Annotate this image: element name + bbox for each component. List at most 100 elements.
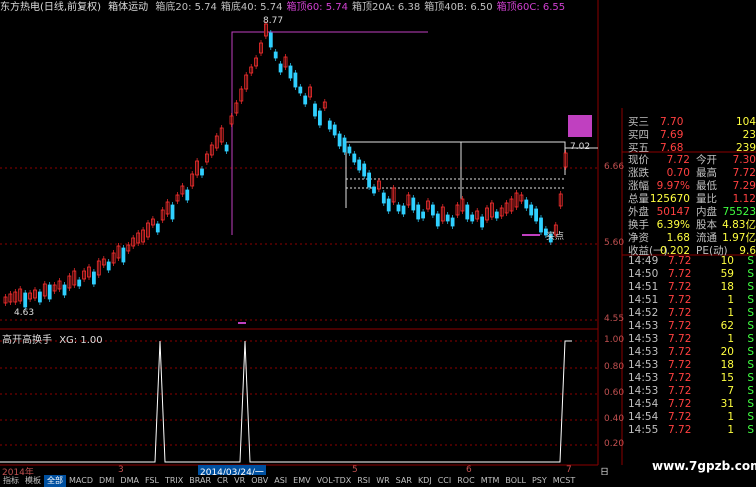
tick-row-10: 14:53 7.72 7 S bbox=[626, 385, 756, 398]
tab-psy[interactable]: PSY bbox=[529, 475, 550, 487]
stat-label-2: 最低 bbox=[696, 180, 717, 192]
tick-row-11: 14:54 7.72 31 S bbox=[626, 398, 756, 411]
low-annotation: 4.63 bbox=[14, 308, 35, 318]
tab-指标[interactable]: 指标 bbox=[0, 475, 22, 487]
tick-time: 14:53 bbox=[628, 346, 659, 358]
tick-price: 7.72 bbox=[668, 424, 692, 436]
tab-trix[interactable]: TRIX bbox=[162, 475, 186, 487]
stat-value: 7.72 bbox=[666, 154, 690, 166]
tick-row-12: 14:54 7.72 1 S bbox=[626, 411, 756, 424]
high-annotation: 8.77 bbox=[263, 16, 284, 26]
sub-y-label-0: 1.00 bbox=[604, 335, 625, 345]
tick-price: 7.72 bbox=[668, 372, 692, 384]
tick-time: 14:55 bbox=[628, 424, 659, 436]
tab-sar[interactable]: SAR bbox=[393, 475, 415, 487]
tick-volume: 20 bbox=[720, 346, 734, 358]
date-axis: 2014年 3 2014/03/24/一 5 6 7 日 bbox=[0, 465, 609, 478]
tab-cci[interactable]: CCI bbox=[435, 475, 455, 487]
date-label-6: 6 bbox=[466, 465, 472, 475]
stat-value-2: 1.12 bbox=[732, 193, 756, 205]
stat-value-2: 1.97亿 bbox=[722, 232, 756, 244]
xg-signal-line bbox=[0, 340, 572, 463]
tick-flag: S bbox=[747, 424, 754, 436]
title-value-3: 箱顶20A: 6.38 bbox=[352, 2, 421, 13]
stat-value-2: 75523 bbox=[722, 206, 756, 218]
stat-label-2: 今开 bbox=[696, 154, 717, 166]
chart-titlebar: 东方热电(日线,前复权) 箱体运动 箱底20: 5.74 箱底40: 5.74 箱顶… bbox=[0, 0, 598, 16]
tab-wr[interactable]: WR bbox=[373, 475, 392, 487]
tab-rsi[interactable]: RSI bbox=[354, 475, 373, 487]
tick-time: 14:53 bbox=[628, 359, 659, 371]
tick-time: 14:54 bbox=[628, 411, 659, 423]
tick-price: 7.72 bbox=[668, 359, 692, 371]
stat-label-2: 最高 bbox=[696, 167, 717, 179]
tab-cr[interactable]: CR bbox=[214, 475, 231, 487]
tick-time: 14:53 bbox=[628, 333, 659, 345]
tick-row-13: 14:55 7.72 1 S bbox=[626, 424, 756, 437]
stat-value: 0.70 bbox=[666, 167, 690, 179]
candlestick-series bbox=[3, 21, 568, 310]
tab-dmi[interactable]: DMI bbox=[96, 475, 117, 487]
tab-brar[interactable]: BRAR bbox=[186, 475, 214, 487]
price-label-666: 6.66 bbox=[604, 162, 625, 172]
tab-asi[interactable]: ASI bbox=[271, 475, 290, 487]
tab-mcst[interactable]: MCST bbox=[550, 475, 578, 487]
tick-volume: 18 bbox=[720, 359, 734, 371]
tick-flag: S bbox=[747, 268, 754, 280]
tab-roc[interactable]: ROC bbox=[454, 475, 477, 487]
stat-row-1: 涨跌 0.70 最高 7.72 bbox=[626, 167, 756, 180]
tick-flag: S bbox=[747, 294, 754, 306]
indicator-title: 箱体运动 bbox=[108, 2, 149, 13]
subchart-title: 高开高换手 XG: 1.00 bbox=[2, 331, 103, 346]
price-label-455: 4.55 bbox=[604, 314, 625, 324]
tick-flag: S bbox=[747, 320, 754, 332]
tick-price: 7.72 bbox=[668, 294, 692, 306]
title-value-1: 箱底40: 5.74 bbox=[220, 2, 283, 13]
subchart-name: 高开高换手 bbox=[2, 335, 52, 346]
tab-fsl[interactable]: FSL bbox=[142, 475, 162, 487]
title-value-2: 箱顶60: 5.74 bbox=[286, 2, 348, 13]
bid-price: 7.70 bbox=[660, 116, 684, 128]
tab-vr[interactable]: VR bbox=[231, 475, 248, 487]
stat-label-2: 内盘 bbox=[696, 206, 717, 218]
tab-macd[interactable]: MACD bbox=[66, 475, 96, 487]
tab-kdj[interactable]: KDJ bbox=[415, 475, 435, 487]
tick-row-2: 14:51 7.72 18 S bbox=[626, 281, 756, 294]
tick-time: 14:51 bbox=[628, 281, 659, 293]
tab-模板[interactable]: 模板 bbox=[22, 475, 44, 487]
tab-dma[interactable]: DMA bbox=[117, 475, 142, 487]
tick-price: 7.72 bbox=[668, 385, 692, 397]
bid-row-0: 买三 7.70 104 bbox=[626, 116, 756, 129]
tab-obv[interactable]: OBV bbox=[248, 475, 271, 487]
stat-value: 6.39% bbox=[656, 219, 690, 231]
stat-value-2: 4.83亿 bbox=[722, 219, 756, 231]
tick-row-1: 14:50 7.72 59 S bbox=[626, 268, 756, 281]
tab-boll[interactable]: BOLL bbox=[502, 475, 529, 487]
stat-row-0: 现价 7.72 今开 7.30 bbox=[626, 154, 756, 167]
tick-row-6: 14:53 7.72 1 S bbox=[626, 333, 756, 346]
limit-up-flag bbox=[568, 115, 592, 137]
stat-label: 外盘 bbox=[628, 206, 649, 218]
tab-emv[interactable]: EMV bbox=[290, 475, 313, 487]
stat-row-4: 外盘 50147 内盘 75523 bbox=[626, 206, 756, 219]
stock-title: 东方热电(日线,前复权) bbox=[0, 2, 101, 13]
tab-全部[interactable]: 全部 bbox=[44, 475, 66, 487]
stat-value: 125670 bbox=[649, 193, 690, 205]
tick-price: 7.72 bbox=[668, 320, 692, 332]
sub-y-label-1: 0.80 bbox=[604, 362, 625, 372]
tick-flag: S bbox=[747, 398, 754, 410]
tab-vol-tdx[interactable]: VOL-TDX bbox=[314, 475, 355, 487]
tick-time: 14:53 bbox=[628, 320, 659, 332]
tick-row-4: 14:52 7.72 1 S bbox=[626, 307, 756, 320]
box-top-annotation: 7.02 bbox=[570, 142, 591, 152]
bid-volume: 104 bbox=[735, 116, 756, 128]
tick-price: 7.72 bbox=[668, 255, 692, 267]
sub-y-label-3: 0.40 bbox=[604, 414, 625, 424]
tick-flag: S bbox=[747, 255, 754, 267]
tick-volume: 31 bbox=[720, 398, 734, 410]
tick-volume: 10 bbox=[720, 255, 734, 267]
tab-mtm[interactable]: MTM bbox=[478, 475, 503, 487]
tick-flag: S bbox=[747, 346, 754, 358]
stat-label-2: 股本 bbox=[696, 219, 717, 231]
tick-volume: 1 bbox=[727, 411, 734, 423]
